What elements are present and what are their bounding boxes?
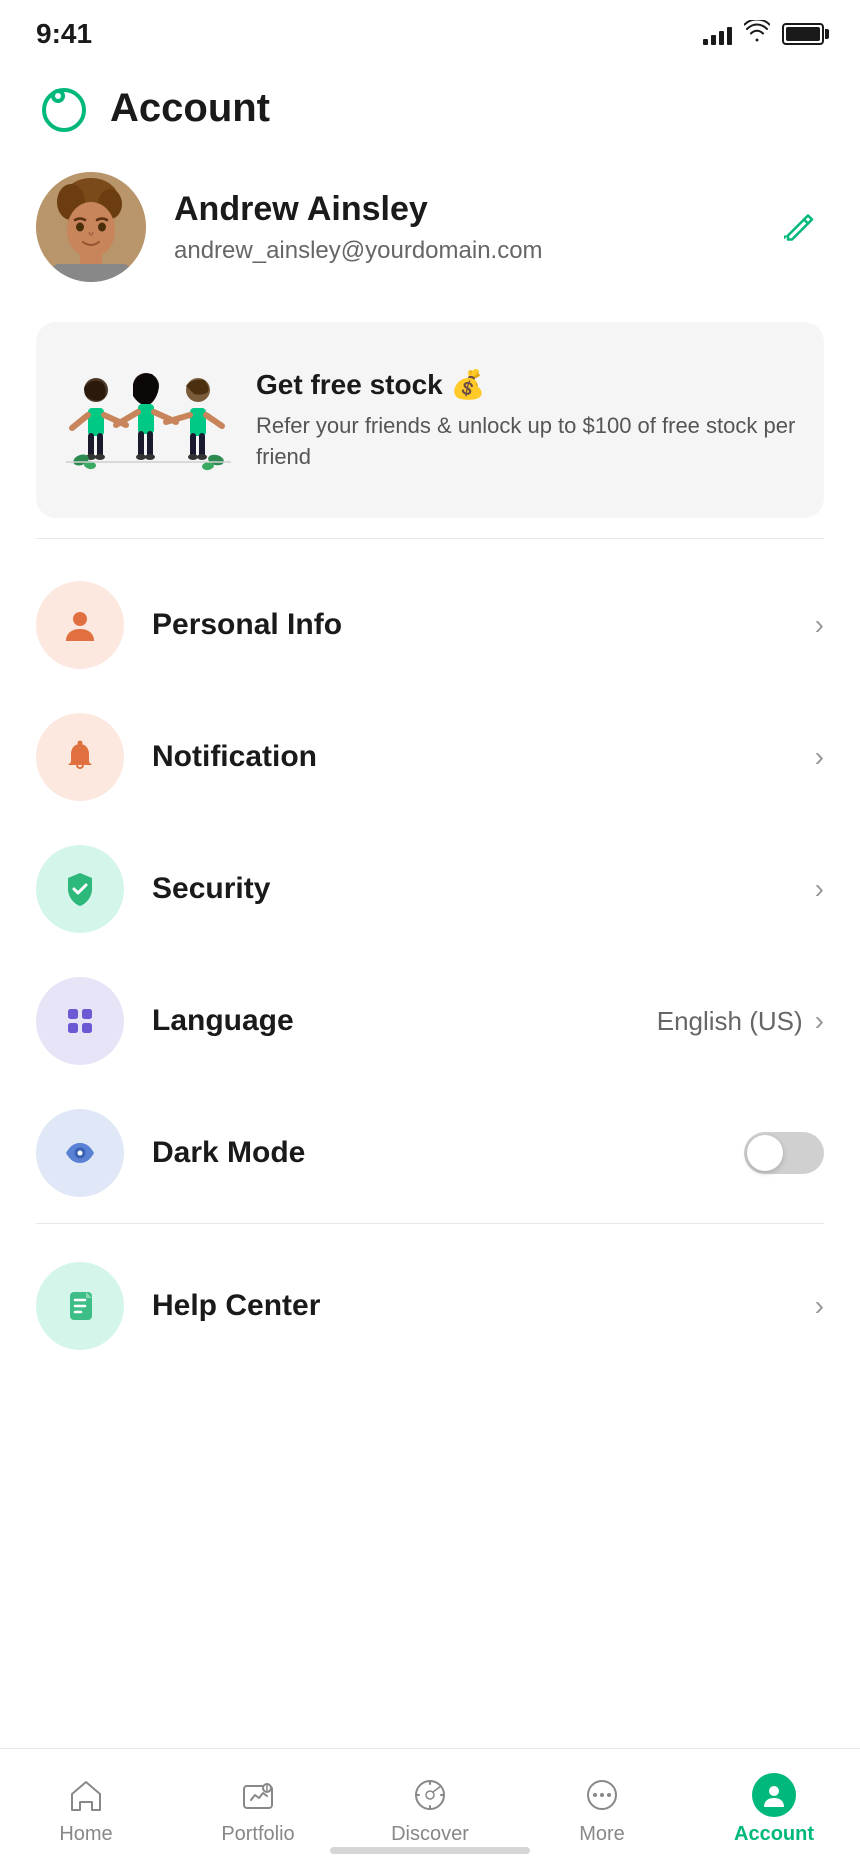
portfolio-nav-icon (236, 1773, 280, 1817)
chevron-right-icon: › (815, 609, 824, 641)
chevron-right-icon: › (815, 873, 824, 905)
document-icon (60, 1286, 100, 1326)
profile-info: Andrew Ainsley andrew_ainsley@yourdomain… (174, 190, 824, 265)
notification-label: Notification (152, 740, 815, 774)
help-center-icon-wrap (36, 1262, 124, 1350)
profile-email: andrew_ainsley@yourdomain.com (174, 237, 824, 265)
home-nav-label: Home (59, 1823, 112, 1846)
discover-nav-icon (408, 1773, 452, 1817)
profile-section: Andrew Ainsley andrew_ainsley@yourdomain… (0, 152, 860, 302)
shield-icon (60, 869, 100, 909)
bell-icon (61, 738, 99, 776)
nav-item-discover[interactable]: Discover (344, 1765, 516, 1854)
nav-item-account[interactable]: Account (688, 1765, 860, 1854)
bottom-nav: Home Portfolio Discover (0, 1748, 860, 1864)
personal-info-label: Personal Info (152, 608, 815, 642)
battery-icon (782, 23, 824, 45)
language-value: English (US) (657, 1006, 803, 1037)
menu-item-dark-mode[interactable]: Dark Mode (36, 1087, 824, 1219)
notification-icon-wrap (36, 713, 124, 801)
more-nav-label: More (579, 1823, 625, 1846)
edit-profile-button[interactable] (772, 200, 824, 255)
portfolio-nav-label: Portfolio (221, 1823, 294, 1846)
profile-name: Andrew Ainsley (174, 190, 824, 229)
dark-mode-label: Dark Mode (152, 1136, 744, 1170)
signal-icon (703, 23, 732, 45)
more-nav-icon (580, 1773, 624, 1817)
page-header: Account (0, 60, 860, 152)
page-title: Account (110, 86, 270, 131)
account-nav-icon (752, 1773, 796, 1817)
menu-item-help-center[interactable]: Help Center › (36, 1240, 824, 1372)
menu-item-language[interactable]: Language English (US) › (36, 955, 824, 1087)
language-label: Language (152, 1004, 657, 1038)
menu-item-security[interactable]: Security › (36, 823, 824, 955)
personal-info-icon-wrap (36, 581, 124, 669)
language-icon-wrap (36, 977, 124, 1065)
chevron-right-icon: › (815, 1005, 824, 1037)
help-section: Help Center › (0, 1240, 860, 1372)
security-label: Security (152, 872, 815, 906)
dark-mode-icon-wrap (36, 1109, 124, 1197)
grid-icon (60, 1001, 100, 1041)
avatar (36, 172, 146, 282)
wifi-icon (744, 20, 770, 48)
nav-item-home[interactable]: Home (0, 1765, 172, 1854)
referral-card[interactable]: Get free stock 💰 Refer your friends & un… (36, 322, 824, 518)
status-time: 9:41 (36, 18, 92, 50)
chevron-right-icon: › (815, 741, 824, 773)
help-center-label: Help Center (152, 1289, 815, 1323)
app-logo (36, 80, 92, 136)
nav-item-more[interactable]: More (516, 1765, 688, 1854)
divider-bottom (36, 1223, 824, 1224)
toggle-circle (747, 1135, 783, 1171)
status-bar: 9:41 (0, 0, 860, 60)
referral-description: Refer your friends & unlock up to $100 o… (256, 411, 796, 473)
chevron-right-icon: › (815, 1290, 824, 1322)
eye-icon (60, 1133, 100, 1173)
referral-illustration (36, 350, 256, 490)
person-icon (60, 605, 100, 645)
nav-item-portfolio[interactable]: Portfolio (172, 1765, 344, 1854)
status-icons (703, 20, 824, 48)
referral-title: Get free stock 💰 (256, 368, 796, 401)
home-nav-icon (64, 1773, 108, 1817)
dark-mode-toggle[interactable] (744, 1132, 824, 1174)
account-nav-label: Account (734, 1823, 814, 1846)
menu-item-personal-info[interactable]: Personal Info › (36, 559, 824, 691)
security-icon-wrap (36, 845, 124, 933)
menu-item-notification[interactable]: Notification › (36, 691, 824, 823)
menu-list: Personal Info › Notification › Security … (0, 559, 860, 1219)
discover-nav-label: Discover (391, 1823, 469, 1846)
divider-top (36, 538, 824, 539)
referral-text: Get free stock 💰 Refer your friends & un… (256, 368, 796, 473)
